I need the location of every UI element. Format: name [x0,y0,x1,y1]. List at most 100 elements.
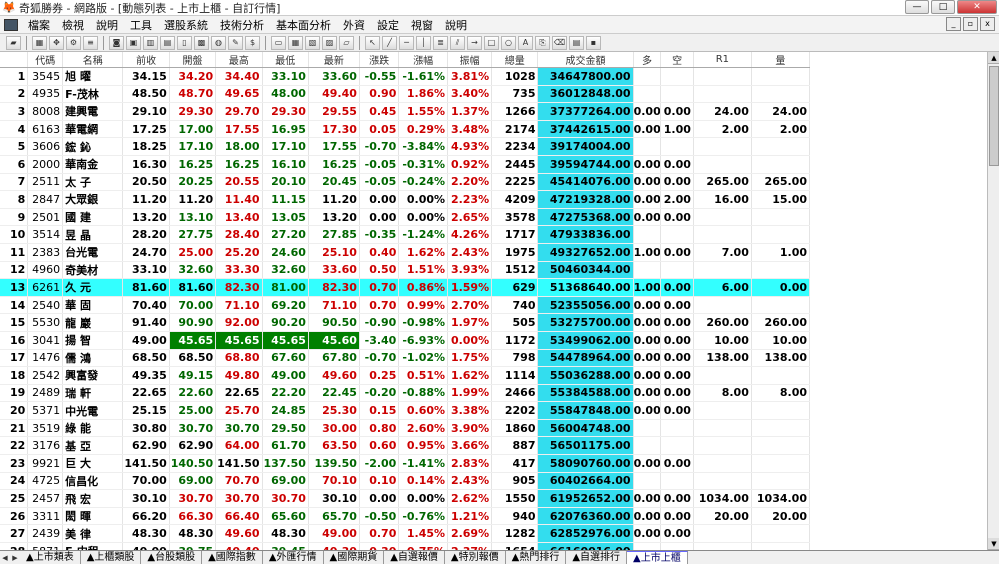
sheet-tab[interactable]: ▲國際指數 [202,551,263,564]
text-icon[interactable]: A [518,35,533,50]
header-long[interactable]: 多 [633,52,662,68]
table-row[interactable]: 24 4725 信昌化 70.00 69.00 70.70 69.00 70.10 0.10 0.… [0,472,811,491]
minimize-button[interactable]: — [905,0,929,14]
sheet-tab[interactable]: ▲上市類表 [20,551,81,564]
table-row[interactable]: 4 6163 華電網 17.25 17.00 17.55 16.95 17.30 0.05 0.2… [0,120,811,139]
fib-icon[interactable]: ≣ [433,35,448,50]
layout-icon[interactable]: ▧ [305,35,320,50]
document-icon[interactable] [4,18,18,31]
table-row[interactable]: 13 6261 久 元 81.60 81.60 82.30 81.00 82.30 0.70 0.… [0,278,811,297]
eraser-icon[interactable]: ⌫ [552,35,567,50]
table-view-icon[interactable]: ▤ [569,35,584,50]
header-high[interactable]: 最高 [215,52,263,68]
header-amount[interactable]: 成交金額 [537,52,634,68]
header-change[interactable]: 漲跌 [359,52,400,68]
table-row[interactable]: 2 4935 F-茂林 48.50 48.70 49.65 48.00 49.40 0.90 1.… [0,85,811,104]
table-row[interactable]: 5 3606 鋐 鈊 18.25 17.10 18.00 17.10 17.55 -0.70 -3… [0,137,811,156]
header-prev[interactable]: 前收 [122,52,170,68]
table-row[interactable]: 17 1476 儒 鴻 68.50 68.50 68.80 67.60 67.80 -0.70-… [0,349,811,368]
scroll-up-icon[interactable]: ▲ [988,52,999,64]
calculator-icon[interactable]: ▩ [194,35,209,50]
window-icon[interactable]: ▭ [271,35,286,50]
table-row[interactable]: 16 3041 揚 智 49.00 45.65 45.65 45.65 45.60 -3.40-… [0,331,811,350]
mdi-close-button[interactable]: x [980,17,995,31]
table-row[interactable]: 14 2540 華 固 70.40 70.00 71.10 69.20 71.10 0.70 0.… [0,296,811,315]
menu-item[interactable]: 說明 [90,17,124,33]
table-row[interactable]: 18 2542 興富發 49.35 49.15 49.80 49.00 49.60 0.25 0.… [0,366,811,385]
header-last[interactable]: 最新 [308,52,360,68]
table-row[interactable]: 12 4960 奇美材 33.10 32.60 33.30 32.60 33.60 0.50 1.… [0,261,811,280]
mdi-restore-button[interactable]: ▫ [963,17,978,31]
table-row[interactable]: 21 3519 綠 能 30.80 30.70 30.70 29.50 30.00 0.80 2.… [0,419,811,438]
arrow-icon[interactable]: → [467,35,482,50]
table-row[interactable]: 10 3514 昱 晶 28.20 27.75 28.40 27.20 27.85 -0.35-… [0,225,811,244]
tab-prev-icon[interactable]: ◀ [0,552,10,564]
channel-icon[interactable]: ⫽ [450,35,465,50]
sheet-tab[interactable]: ▲上市上櫃 [627,551,688,564]
header-low[interactable]: 最低 [262,52,309,68]
maximize-button[interactable]: □ [931,0,955,14]
scroll-thumb[interactable] [989,66,999,166]
menu-item[interactable]: 技術分析 [214,17,270,33]
sheet-tab[interactable]: ▲熱門排行 [506,551,567,564]
menu-item[interactable]: 基本面分析 [270,17,337,33]
settings-icon[interactable]: ⚙ [66,35,81,50]
chart-icon[interactable]: ▦ [32,35,47,50]
header-pct[interactable]: 漲幅 [398,52,449,68]
save-icon[interactable]: ▪ [586,35,601,50]
table-row[interactable]: 285871F-中租40.0039.7540.4039.4540.300.300… [0,542,811,550]
table-row[interactable]: 7 2511 太 子 20.50 20.25 20.55 20.10 20.45 -0.05 -0… [0,173,811,192]
camera-icon[interactable]: ◙ [109,35,124,50]
table-row[interactable]: 6 2000 華南金 16.30 16.25 16.25 16.10 16.25 -0.05 -0… [0,155,811,174]
sheet-tab[interactable]: ▲國際期貨 [324,551,385,564]
sheet-tab[interactable]: ▲上櫃類股 [81,551,142,564]
menu-item[interactable]: 選股系統 [158,17,214,33]
rect-icon[interactable]: □ [484,35,499,50]
scroll-down-icon[interactable]: ▼ [988,538,999,550]
pencil-icon[interactable]: ✎ [228,35,243,50]
table-row[interactable]: 3 8008 建興電 29.10 29.30 29.70 29.30 29.55 0.45 1.5… [0,102,811,121]
copy-icon[interactable]: ⎘ [535,35,550,50]
header-q[interactable]: 量 [751,52,811,68]
menu-icon[interactable]: ≡ [83,35,98,50]
menu-item[interactable]: 檢視 [56,17,90,33]
header-open[interactable]: 開盤 [169,52,217,68]
table-row[interactable]: 1 3545 旭 曜 34.15 34.20 34.40 33.10 33.60 -0.55 -1… [0,67,811,86]
table-row[interactable]: 11 2383 台光電 24.70 25.00 25.20 24.60 25.10 0.40 1.… [0,243,811,262]
table-row[interactable]: 27 2439 美 律 48.30 48.30 49.60 48.30 49.00 0.70 1.… [0,524,811,544]
sheet-tab[interactable]: ▲外匯行情 [263,551,324,564]
folder-icon[interactable]: ▰ [6,35,21,50]
menu-item[interactable]: 外資 [337,17,371,33]
menu-item[interactable]: 設定 [371,17,405,33]
table-row[interactable]: 20 5371 中光電 25.15 25.00 25.70 24.85 25.30 0.15 0.… [0,401,811,420]
line-icon[interactable]: ╱ [382,35,397,50]
ellipse-icon[interactable]: ○ [501,35,516,50]
table-row[interactable]: 22 3176 基 亞 62.90 62.90 64.00 61.70 63.50 0.60 0.… [0,436,811,456]
sheet-tab[interactable]: ▲自選排行 [566,551,628,564]
header-amp[interactable]: 振幅 [447,52,493,68]
table-row[interactable]: 8 2847 大眾銀 11.20 11.20 11.40 11.15 11.20 0.00 0.0… [0,190,811,209]
grid-icon[interactable]: ▦ [288,35,303,50]
globe-icon[interactable]: ◍ [211,35,226,50]
table-row[interactable]: 9 2501 國 建 13.20 13.10 13.40 13.05 13.20 0.00 0.0… [0,208,811,227]
cursor-icon[interactable]: ↖ [365,35,380,50]
tab-next-icon[interactable]: ▶ [10,552,20,564]
table-row[interactable]: 26 3311 閎 暉 66.20 66.30 66.40 65.60 65.70 -0.50-… [0,507,811,526]
vertical-scrollbar[interactable]: ▲ ▼ [987,52,999,550]
sheet-tab[interactable]: ▲特別報價 [445,551,506,564]
close-button[interactable]: ✕ [957,0,997,14]
book-icon[interactable]: ▯ [177,35,192,50]
vline-icon[interactable]: │ [416,35,431,50]
menu-item[interactable]: 檔案 [22,17,56,33]
menu-item[interactable]: 工具 [124,17,158,33]
dollar-icon[interactable]: $ [245,35,260,50]
header-name[interactable]: 名稱 [62,52,124,68]
move-icon[interactable]: ✥ [49,35,64,50]
hline-icon[interactable]: ─ [399,35,414,50]
tile-icon[interactable]: ▨ [322,35,337,50]
table-row[interactable]: 15 5530 龍 巖 91.40 90.90 92.00 90.20 90.50 -0.90-… [0,313,811,332]
cascade-icon[interactable]: ▱ [339,35,354,50]
header-volume[interactable]: 總量 [491,52,539,68]
header-r1[interactable]: R1 [693,52,752,68]
film-icon[interactable]: ▣ [126,35,141,50]
